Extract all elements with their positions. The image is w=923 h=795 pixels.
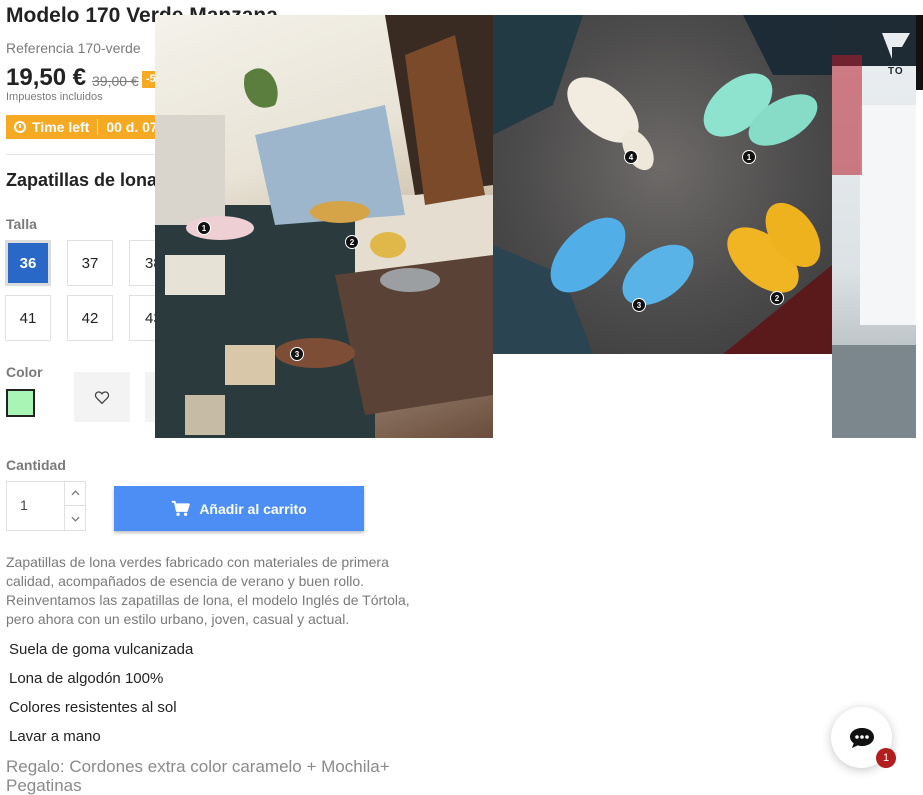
divider <box>6 154 156 155</box>
hotspot-marker[interactable]: 2 <box>345 235 359 249</box>
size-option[interactable]: 43 <box>129 295 157 341</box>
size-option[interactable]: 36 <box>5 240 51 286</box>
timer-value: 00 d. 07 <box>106 119 158 135</box>
chevron-up-icon <box>71 490 80 496</box>
size-option[interactable]: 42 <box>67 295 113 341</box>
clock-icon <box>14 121 26 133</box>
size-label: Talla <box>6 216 37 232</box>
hotspot-marker[interactable]: 3 <box>290 347 304 361</box>
hotspot-marker[interactable]: 4 <box>624 150 638 164</box>
timer-separator <box>97 119 99 135</box>
add-to-cart-label: Añadir al carrito <box>199 500 307 517</box>
cart-icon <box>172 500 191 516</box>
gift-note: Regalo: Cordones extra color caramelo + … <box>6 757 390 795</box>
chat-bubble-icon <box>849 727 874 748</box>
hotspot-marker[interactable]: 3 <box>632 298 646 312</box>
size-option[interactable]: 37 <box>67 240 113 286</box>
feature-item: Lavar a mano <box>9 728 101 745</box>
heart-icon <box>94 391 110 404</box>
gallery-edge <box>916 15 923 90</box>
quantity-decrease-button[interactable] <box>64 506 86 531</box>
size-option[interactable]: 38 <box>129 240 157 286</box>
hotspot-marker[interactable]: 2 <box>770 291 784 305</box>
store-sign-text: TO <box>888 66 904 77</box>
wishlist-button[interactable] <box>74 372 130 422</box>
chat-notification-badge: 1 <box>876 748 896 768</box>
timer-label: Time left <box>32 119 90 135</box>
hotspot-marker[interactable]: 1 <box>197 221 211 235</box>
size-option[interactable]: 41 <box>5 295 51 341</box>
gallery-photo-store[interactable]: TO <box>832 15 916 438</box>
color-label: Color <box>6 364 43 380</box>
quantity-input[interactable]: 1 <box>20 497 28 513</box>
feature-item: Lona de algodón 100% <box>9 670 164 687</box>
quantity-increase-button[interactable] <box>64 481 86 506</box>
feature-item: Colores resistentes al sol <box>9 699 177 716</box>
product-reference: Referencia 170-verde <box>6 40 141 56</box>
quantity-label: Cantidad <box>6 457 66 473</box>
product-description: Zapatillas de lona verdes fabricado con … <box>6 554 410 627</box>
color-swatch-green[interactable] <box>6 389 35 417</box>
hotspot-marker[interactable]: 1 <box>742 150 756 164</box>
chevron-down-icon <box>71 516 80 522</box>
countdown-timer: Time left 00 d. 07 <box>6 115 166 139</box>
tax-note: Impuestos incluidos <box>6 91 103 103</box>
feature-item: Suela de goma vulcanizada <box>9 641 194 658</box>
photo-illustration <box>832 33 916 438</box>
product-price: 19,50 € <box>6 64 87 91</box>
add-to-cart-button[interactable]: Añadir al carrito <box>114 486 364 531</box>
product-old-price: 39,00 € <box>92 73 139 89</box>
